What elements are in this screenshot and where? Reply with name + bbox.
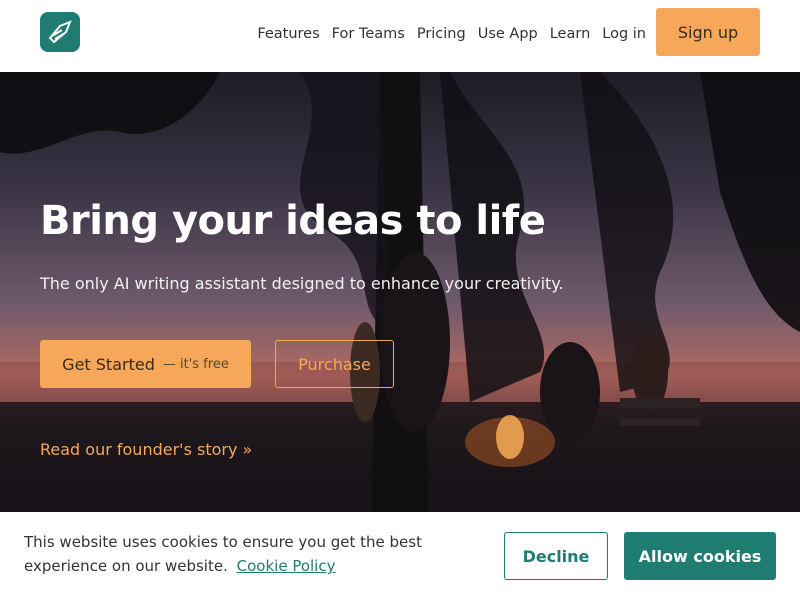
cookie-policy-link[interactable]: Cookie Policy xyxy=(237,557,336,575)
signup-button[interactable]: Sign up xyxy=(656,8,760,56)
nav-pricing[interactable]: Pricing xyxy=(417,24,466,44)
cookie-banner: This website uses cookies to ensure you … xyxy=(0,512,800,600)
site-header: Features For Teams Pricing Use App Learn… xyxy=(0,0,800,72)
get-started-button[interactable]: Get Started — it's free xyxy=(40,340,251,388)
logo-icon[interactable] xyxy=(40,12,80,52)
nav-for-teams[interactable]: For Teams xyxy=(332,24,405,44)
nav-learn[interactable]: Learn xyxy=(550,24,591,44)
hero-subtitle: The only AI writing assistant designed t… xyxy=(40,274,564,293)
decline-cookies-button[interactable]: Decline xyxy=(504,532,608,580)
get-started-label: Get Started xyxy=(62,354,155,374)
main-nav: Features For Teams Pricing Use App Learn… xyxy=(257,24,646,44)
allow-cookies-button[interactable]: Allow cookies xyxy=(624,532,776,580)
purchase-button[interactable]: Purchase xyxy=(275,340,394,388)
cookie-message: This website uses cookies to ensure you … xyxy=(24,533,422,575)
nav-use-app[interactable]: Use App xyxy=(478,24,538,44)
hero-title: Bring your ideas to life xyxy=(40,198,546,244)
nav-features[interactable]: Features xyxy=(257,24,319,44)
cookie-message-container: This website uses cookies to ensure you … xyxy=(24,530,494,578)
get-started-note: — it's free xyxy=(162,356,229,372)
founder-story-link[interactable]: Read our founder's story » xyxy=(40,440,252,459)
nav-log-in[interactable]: Log in xyxy=(602,24,646,44)
